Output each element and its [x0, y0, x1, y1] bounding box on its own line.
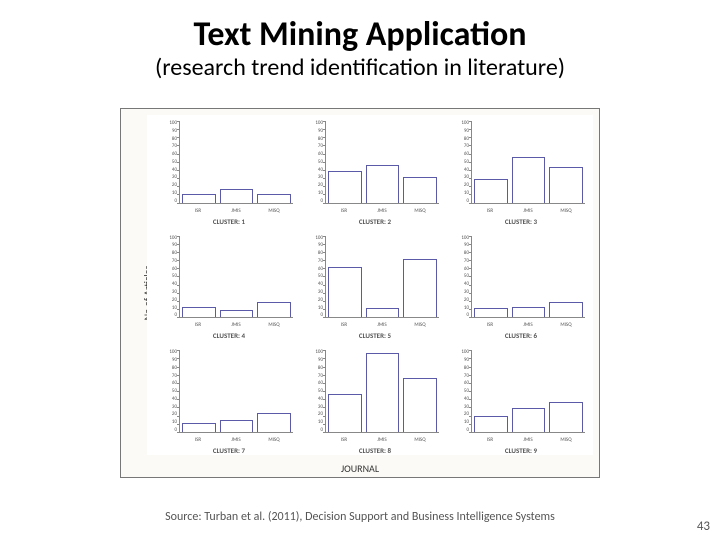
- bar: [182, 307, 216, 318]
- y-tick-labels: 1009080706050403020100: [307, 236, 323, 319]
- page-subtitle: (research trend identification in litera…: [0, 53, 720, 82]
- chart-area: [471, 121, 585, 204]
- chart-panel: 1009080706050403020100ISRJMISMISQ CLUSTER…: [453, 115, 589, 226]
- bar: [328, 171, 362, 203]
- chart-panel: 1009080706050403020100ISRJMISMISQ CLUSTER…: [453, 230, 589, 341]
- chart-area: [179, 236, 293, 319]
- chart-area: [179, 121, 293, 204]
- panel-title: CLUSTER: 3: [453, 217, 589, 226]
- panel-title: CLUSTER: 4: [161, 331, 297, 340]
- panel-title: CLUSTER: 8: [307, 446, 443, 455]
- bar-group: [180, 350, 293, 432]
- bar: [549, 302, 583, 318]
- y-tick-labels: 1009080706050403020100: [161, 236, 177, 319]
- chart-area: [179, 350, 293, 433]
- x-axis-label: JOURNAL: [121, 462, 599, 475]
- panel-title: CLUSTER: 9: [453, 446, 589, 455]
- panel-title: CLUSTER: 6: [453, 331, 589, 340]
- bar-group: [326, 350, 439, 432]
- panel-title: CLUSTER: 1: [161, 217, 297, 226]
- y-tick-labels: 1009080706050403020100: [307, 350, 323, 433]
- bar: [549, 167, 583, 202]
- x-tick-labels: ISRJMISMISQ: [471, 208, 585, 214]
- chart-panel: 1009080706050403020100ISRJMISMISQ CLUSTER…: [453, 344, 589, 455]
- x-tick-labels: ISRJMISMISQ: [325, 208, 439, 214]
- x-tick-labels: ISRJMISMISQ: [179, 208, 293, 214]
- bar: [328, 394, 362, 432]
- bar: [474, 416, 508, 432]
- chart-panel: 1009080706050403020100ISRJMISMISQ CLUSTER…: [161, 230, 297, 341]
- bar-group: [180, 236, 293, 318]
- bar: [366, 353, 400, 432]
- y-tick-labels: 1009080706050403020100: [161, 350, 177, 433]
- x-tick-labels: ISRJMISMISQ: [179, 322, 293, 328]
- bar: [220, 189, 254, 203]
- x-tick-labels: ISRJMISMISQ: [325, 437, 439, 443]
- bar: [512, 157, 546, 203]
- panel-title: CLUSTER: 2: [307, 217, 443, 226]
- panel-title: CLUSTER: 5: [307, 331, 443, 340]
- bar: [403, 177, 437, 202]
- bar: [474, 179, 508, 203]
- bar: [182, 194, 216, 203]
- x-tick-labels: ISRJMISMISQ: [325, 322, 439, 328]
- chart-panel-grid: 1009080706050403020100ISRJMISMISQCLUSTER…: [161, 115, 589, 455]
- chart-panel: 1009080706050403020100ISRJMISMISQ CLUSTER…: [161, 344, 297, 455]
- bar-group: [326, 121, 439, 203]
- chart-area: [325, 121, 439, 204]
- page-number: 43: [697, 519, 710, 534]
- chart-panel: 1009080706050403020100ISRJMISMISQ CLUSTER…: [161, 115, 297, 226]
- bar: [257, 194, 291, 203]
- bar: [403, 378, 437, 432]
- slide: Text Mining Application (research trend …: [0, 0, 720, 540]
- bar: [512, 408, 546, 432]
- bar-group: [472, 121, 585, 203]
- bar: [474, 308, 508, 317]
- chart-area: [325, 236, 439, 319]
- bar: [512, 307, 546, 318]
- bar: [549, 402, 583, 432]
- chart-area: [471, 236, 585, 319]
- bar-group: [326, 236, 439, 318]
- chart-panel: 1009080706050403020100ISRJMISMISQ CLUSTER…: [307, 344, 443, 455]
- bar: [403, 259, 437, 317]
- bar: [257, 413, 291, 432]
- chart-panel: 1009080706050403020100ISRJMISMISQ CLUSTER…: [307, 115, 443, 226]
- y-tick-labels: 1009080706050403020100: [453, 121, 469, 204]
- x-tick-labels: ISRJMISMISQ: [471, 437, 585, 443]
- y-tick-labels: 1009080706050403020100: [453, 350, 469, 433]
- bar-group: [472, 236, 585, 318]
- bar: [220, 310, 254, 318]
- chart-figure: No of Articles JOURNAL 10090807060504030…: [120, 108, 600, 478]
- y-tick-labels: 1009080706050403020100: [453, 236, 469, 319]
- bar: [182, 423, 216, 432]
- y-tick-labels: 1009080706050403020100: [161, 121, 177, 204]
- chart-area: [471, 350, 585, 433]
- bar: [328, 267, 362, 317]
- bar: [220, 420, 254, 432]
- x-tick-labels: ISRJMISMISQ: [179, 437, 293, 443]
- bar-group: [180, 121, 293, 203]
- bar: [366, 165, 400, 203]
- bar: [366, 308, 400, 317]
- source-citation: Source: Turban et al. (2011), Decision S…: [0, 510, 720, 524]
- x-tick-labels: ISRJMISMISQ: [471, 322, 585, 328]
- y-tick-labels: 1009080706050403020100: [307, 121, 323, 204]
- panel-title: CLUSTER: 7: [161, 446, 297, 455]
- bar: [257, 302, 291, 318]
- bar-group: [472, 350, 585, 432]
- chart-area: [325, 350, 439, 433]
- page-title: Text Mining Application: [0, 0, 720, 55]
- chart-panel: 1009080706050403020100ISRJMISMISQ CLUSTER…: [307, 230, 443, 341]
